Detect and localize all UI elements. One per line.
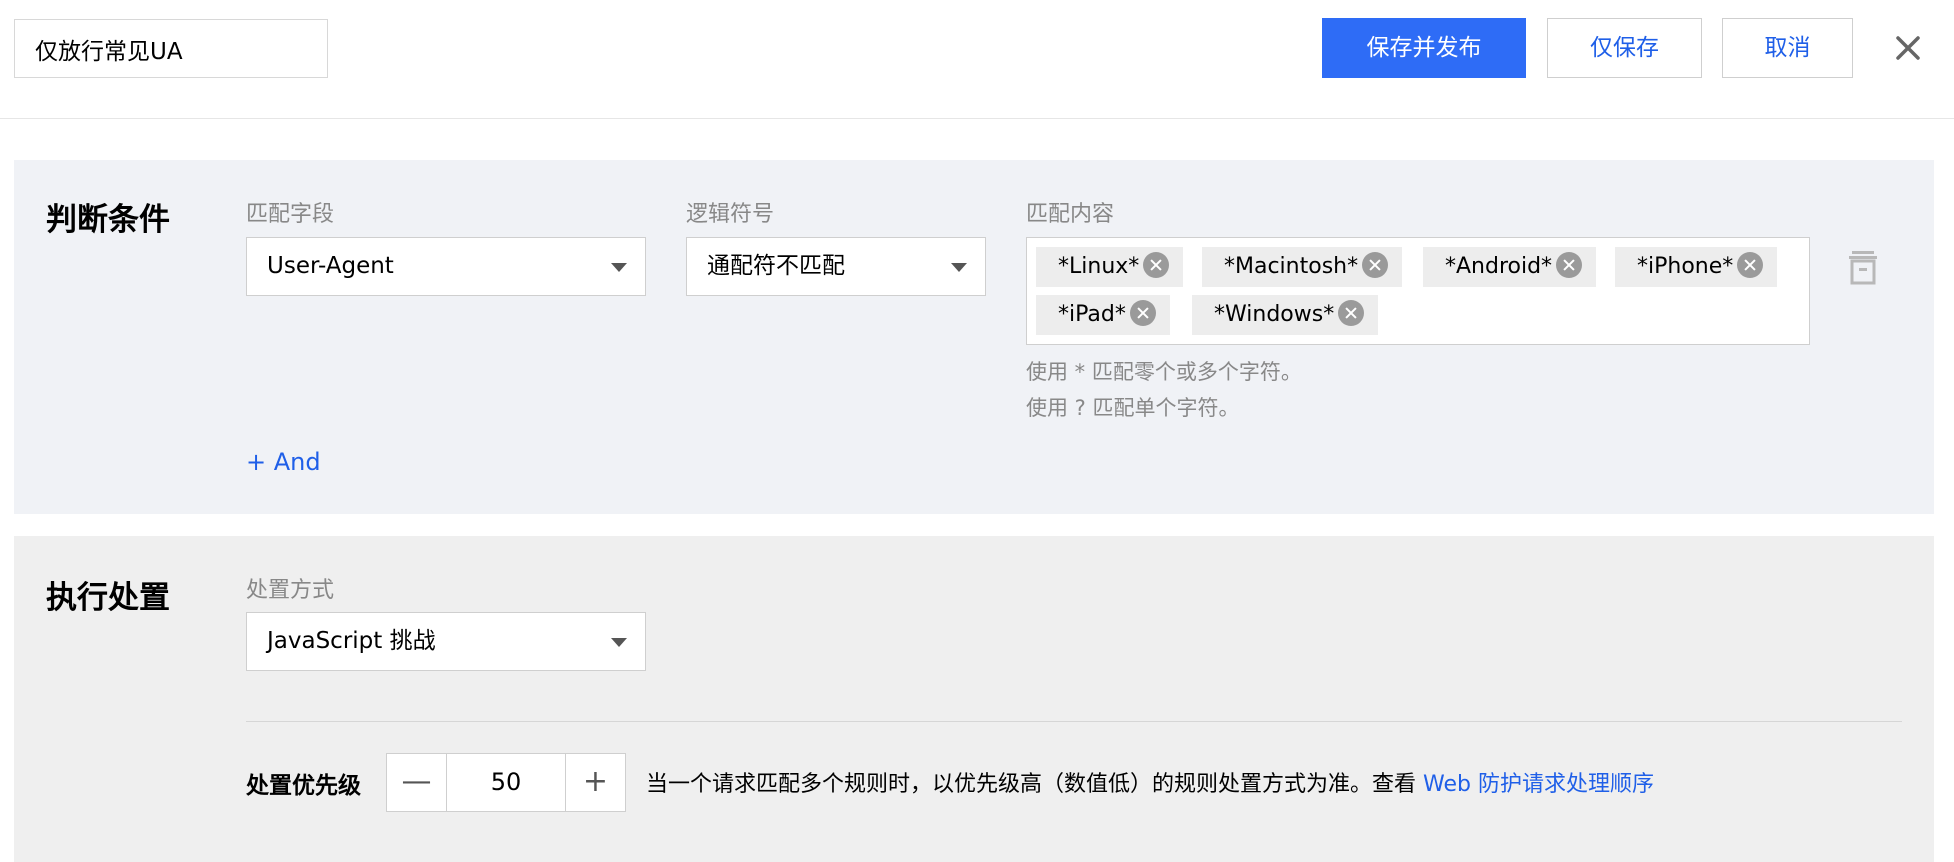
rule-name-input[interactable]: [14, 19, 328, 78]
match-content-tags-input[interactable]: *Linux* *Macintosh* *Android* *iPhone* *…: [1026, 237, 1810, 345]
remove-tag-icon[interactable]: [1129, 300, 1156, 326]
chevron-down-icon: [611, 638, 627, 647]
action-method-value: JavaScript 挑战: [267, 628, 436, 654]
priority-desc-text: 当一个请求匹配多个规则时，以优先级高（数值低）的规则处置方式为准。查看: [646, 772, 1417, 797]
action-method-label: 处置方式: [246, 578, 335, 603]
save-publish-button[interactable]: 保存并发布: [1322, 18, 1526, 78]
chevron-down-icon: [611, 263, 627, 272]
match-field-value: User-Agent: [267, 253, 394, 279]
match-content-label: 匹配内容: [1026, 202, 1115, 227]
tag-item: *iPad*: [1036, 295, 1170, 335]
tag-item: *Windows*: [1192, 295, 1379, 335]
tag-label: *Linux*: [1058, 254, 1140, 279]
chevron-down-icon: [951, 263, 967, 272]
operator-value: 通配符不匹配: [707, 253, 845, 279]
operator-select[interactable]: 通配符不匹配: [686, 237, 986, 296]
increment-button[interactable]: +: [565, 754, 625, 811]
tag-item: *Linux*: [1036, 247, 1184, 287]
add-and-condition-button[interactable]: + And: [246, 448, 321, 476]
remove-tag-icon[interactable]: [1362, 252, 1389, 278]
request-order-link[interactable]: Web 防护请求处理顺序: [1423, 772, 1654, 797]
tag-item: *iPhone*: [1615, 247, 1778, 287]
tag-label: *Macintosh*: [1224, 254, 1359, 279]
decrement-button[interactable]: —: [387, 754, 447, 811]
remove-tag-icon[interactable]: [1556, 252, 1583, 278]
wildcard-hint-star: 使用 * 匹配零个或多个字符。: [1026, 360, 1302, 384]
condition-title: 判断条件: [46, 202, 170, 238]
priority-value[interactable]: 50: [448, 754, 564, 811]
condition-section: 判断条件 匹配字段 User-Agent 逻辑符号 通配符不匹配 匹配内容 *L…: [14, 160, 1934, 514]
tag-label: *iPhone*: [1637, 254, 1734, 279]
action-section: 执行处置 处置方式 JavaScript 挑战 处置优先级 — 50 + 当一个…: [14, 536, 1934, 862]
remove-tag-icon[interactable]: [1737, 252, 1764, 278]
tag-item: *Android*: [1423, 247, 1597, 287]
cancel-button[interactable]: 取消: [1722, 18, 1853, 78]
divider: [246, 721, 1902, 722]
close-icon[interactable]: [1888, 28, 1928, 68]
operator-label: 逻辑符号: [686, 202, 775, 227]
save-only-button[interactable]: 仅保存: [1547, 18, 1702, 78]
trash-icon[interactable]: [1846, 248, 1880, 286]
tag-label: *iPad*: [1058, 302, 1126, 327]
match-field-select[interactable]: User-Agent: [246, 237, 646, 296]
priority-stepper[interactable]: — 50 +: [386, 753, 626, 812]
tag-label: *Windows*: [1214, 302, 1335, 327]
remove-tag-icon[interactable]: [1143, 252, 1170, 278]
action-title: 执行处置: [46, 580, 170, 616]
wildcard-hint-question: 使用 ? 匹配单个字符。: [1026, 396, 1240, 420]
action-method-select[interactable]: JavaScript 挑战: [246, 612, 646, 671]
priority-description: 当一个请求匹配多个规则时，以优先级高（数值低）的规则处置方式为准。查看 Web …: [646, 766, 1654, 798]
tag-label: *Android*: [1445, 254, 1553, 279]
remove-tag-icon[interactable]: [1338, 300, 1365, 326]
editor-header: 保存并发布 仅保存 取消: [0, 0, 1954, 119]
tag-item: *Macintosh*: [1202, 247, 1403, 287]
priority-label: 处置优先级: [246, 773, 361, 799]
match-field-label: 匹配字段: [246, 202, 335, 227]
